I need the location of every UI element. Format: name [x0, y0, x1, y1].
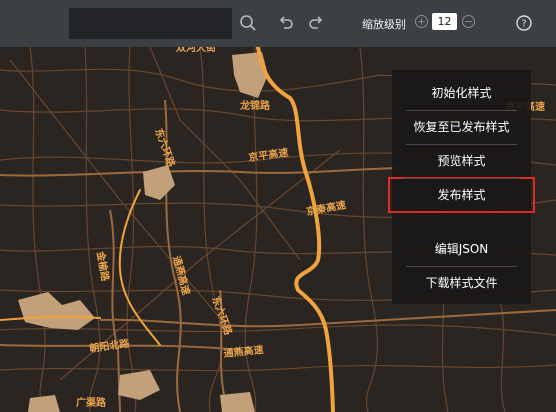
restore-published-style-button[interactable]: 恢复至已发布样式 — [392, 110, 531, 144]
search-input[interactable] — [69, 8, 232, 39]
toolbar: 缩放级别 + 12 − ? — [0, 0, 556, 47]
map-road-label: 广渠路 — [76, 396, 107, 409]
zoom-out-icon[interactable]: − — [462, 15, 475, 28]
undo-icon[interactable] — [275, 12, 297, 34]
zoom-in-icon[interactable]: + — [415, 15, 428, 28]
preview-style-button[interactable]: 预览样式 — [392, 144, 531, 178]
redo-icon[interactable] — [305, 12, 327, 34]
help-icon[interactable]: ? — [513, 12, 535, 34]
init-style-button[interactable]: 初始化样式 — [392, 76, 531, 110]
download-style-file-button[interactable]: 下载样式文件 — [392, 266, 531, 300]
menu-divider — [392, 212, 531, 232]
search-icon[interactable] — [237, 12, 259, 34]
zoom-level-label: 缩放级别 — [362, 18, 406, 31]
svg-text:?: ? — [521, 19, 526, 30]
edit-json-button[interactable]: 编辑JSON — [392, 232, 531, 266]
publish-style-button[interactable]: 发布样式 — [388, 177, 535, 213]
map-road-label: 龙锦路 — [239, 99, 271, 112]
style-menu: 初始化样式 恢复至已发布样式 预览样式 发布样式 编辑JSON 下载样式文件 — [388, 70, 535, 304]
zoom-level-value[interactable]: 12 — [432, 13, 457, 30]
